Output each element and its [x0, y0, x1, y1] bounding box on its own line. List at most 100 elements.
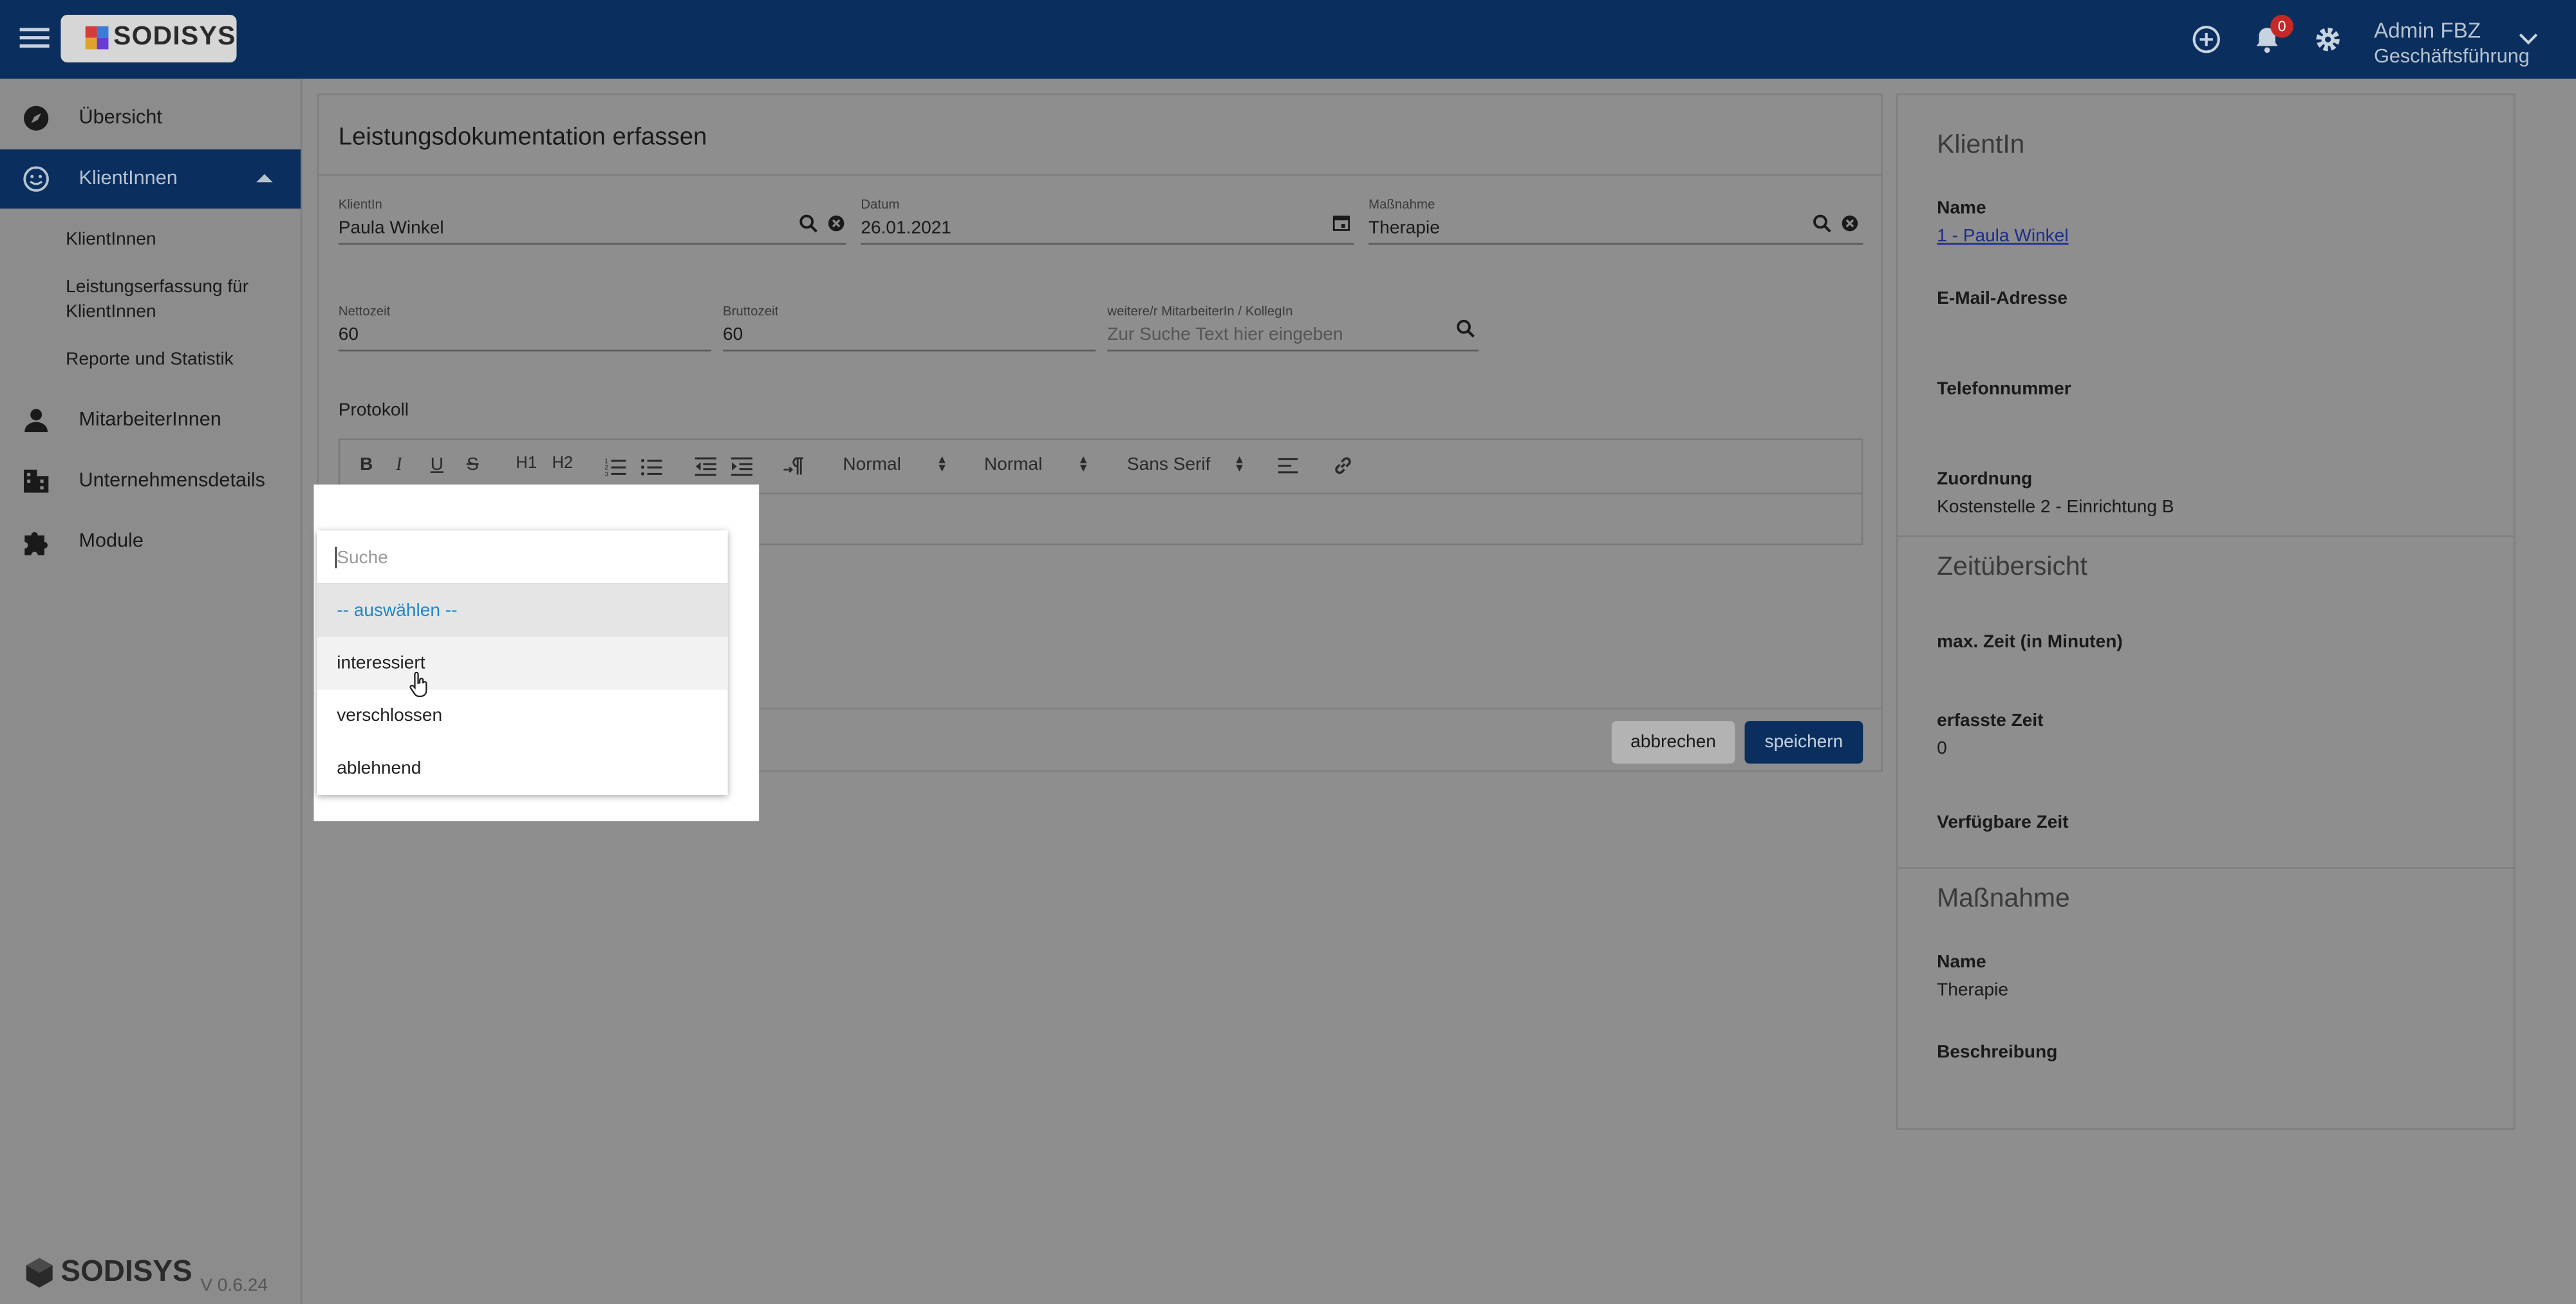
bullet-list-icon[interactable] [640, 456, 662, 476]
calendar-icon[interactable] [1332, 214, 1350, 232]
client-name-link[interactable]: 1 - Paula Winkel [1937, 227, 2068, 247]
h2-button[interactable]: H2 [552, 455, 574, 473]
massnahme-section-title: Maßnahme [1937, 885, 2070, 913]
mitarbeiter-label: weitere/r MitarbeiterIn / KollegIn [1107, 304, 1293, 319]
protokoll-label: Protokoll [338, 400, 409, 421]
text-caret [335, 546, 337, 568]
sidebar-item-module[interactable]: Module [0, 512, 301, 572]
massnahme-label: Maßnahme [1368, 197, 1435, 212]
indent-icon[interactable] [731, 456, 752, 476]
bruttozeit-label: Bruttozeit [723, 304, 779, 319]
sidebar-item-label: KlientInnen [79, 165, 178, 189]
text-direction-icon[interactable] [783, 456, 805, 476]
clear-icon[interactable] [826, 214, 846, 234]
sidebar-item-label: Module [79, 528, 144, 552]
select-arrows-icon: ▲ ▼ [936, 454, 948, 475]
search-icon[interactable] [798, 214, 818, 234]
chevron-down-icon[interactable] [2519, 33, 2539, 46]
ordered-list-icon[interactable]: 123 [604, 456, 626, 476]
section-divider [1897, 535, 2514, 537]
info-card: KlientIn Name 1 - Paula Winkel E-Mail-Ad… [1896, 93, 2515, 1130]
header-format-select[interactable]: Normal ▲ ▼ [843, 454, 947, 475]
logo-cube-icon [26, 1258, 53, 1289]
select-arrows-icon: ▲ ▼ [1233, 454, 1246, 475]
version-label: V 0.6.24 [200, 1276, 268, 1296]
erfasst-value: 0 [1937, 739, 1947, 759]
klientin-field[interactable]: KlientIn Paula Winkel [338, 197, 846, 245]
search-icon[interactable] [1455, 319, 1475, 339]
dropdown-option-verschlossen[interactable]: verschlossen [317, 690, 728, 743]
zuordnung-label: Zuordnung [1937, 469, 2033, 490]
page-title: Leistungsdokumentation erfassen [338, 123, 707, 151]
person-icon [24, 409, 48, 433]
save-button[interactable]: speichern [1744, 721, 1863, 764]
search-icon[interactable] [1812, 214, 1832, 234]
dropdown-search-input[interactable]: Suche [317, 530, 728, 585]
sidebar-item-mitarbeiterinnen[interactable]: MitarbeiterInnen [0, 391, 301, 450]
align-icon[interactable] [1278, 456, 1298, 474]
clear-icon[interactable] [1840, 214, 1860, 234]
section-divider [1897, 867, 2514, 869]
dropdown-option-interessiert[interactable]: interessiert [317, 637, 728, 690]
bruttozeit-value: 60 [723, 325, 743, 345]
nettozeit-label: Nettozeit [338, 304, 391, 319]
menu-icon[interactable] [19, 23, 50, 56]
massnahme-name-value: Therapie [1937, 980, 2008, 1000]
bruttozeit-field[interactable]: Bruttozeit 60 [723, 304, 1096, 352]
italic-button[interactable]: I [396, 455, 402, 475]
mitarbeiter-search-field[interactable]: weitere/r MitarbeiterIn / KollegIn Zur S… [1107, 304, 1479, 352]
outdent-icon[interactable] [695, 456, 716, 476]
gear-icon[interactable] [2311, 23, 2344, 56]
link-icon[interactable] [1332, 455, 1354, 476]
sidebar-item-label: Unternehmensdetails [79, 468, 265, 491]
sidebar-item-klientinnen[interactable]: KlientInnen [0, 149, 301, 209]
sidebar-item-uebersicht[interactable]: Übersicht [0, 89, 301, 148]
zuordnung-value: Kostenstelle 2 - Einrichtung B [1937, 498, 2174, 517]
top-bar: SODISYS 0 Admin FBZ Geschäftsführung [0, 0, 2576, 79]
add-circle-icon[interactable] [2190, 23, 2223, 56]
sidebar-subitem-reporte[interactable]: Reporte und Statistik [66, 348, 279, 373]
sidebar-item-label: Übersicht [79, 105, 162, 129]
dropdown-search-placeholder: Suche [337, 548, 388, 568]
chevron-up-icon[interactable] [256, 172, 273, 184]
dropdown-option-label: interessiert [337, 653, 425, 674]
dropdown-option-ablehnend[interactable]: ablehnend [317, 742, 728, 795]
nettozeit-field[interactable]: Nettozeit 60 [338, 304, 712, 352]
klientin-value: Paula Winkel [338, 218, 444, 238]
header-logo[interactable]: SODISYS [61, 14, 237, 62]
smiley-icon [23, 166, 49, 192]
select-arrows-icon: ▲ ▼ [1078, 454, 1090, 475]
size-select[interactable]: Normal ▲ ▼ [984, 455, 1089, 475]
dropdown-option-label: -- auswählen -- [337, 601, 458, 621]
footer-logo-text: SODISYS [61, 1254, 192, 1288]
datum-label: Datum [861, 197, 900, 212]
svg-text:3: 3 [604, 471, 608, 476]
user-role: Geschäftsführung [2374, 44, 2530, 68]
massnahme-field[interactable]: Maßnahme Therapie [1368, 197, 1863, 245]
datum-value: 26.01.2021 [861, 218, 951, 238]
strike-button[interactable]: S [467, 455, 479, 475]
maxzeit-label: max. Zeit (in Minuten) [1937, 632, 2123, 652]
phone-label: Telefonnummer [1937, 379, 2071, 400]
sidebar-subitem-klientinnen[interactable]: KlientInnen [66, 228, 279, 253]
cancel-button[interactable]: abbrechen [1611, 721, 1735, 764]
underline-button[interactable]: U [431, 455, 443, 475]
footer-logo: SODISYS [23, 1254, 192, 1289]
logo-cube-icon [85, 26, 109, 50]
dropdown-option-auswaehlen[interactable]: -- auswählen -- [317, 584, 728, 638]
font-value: Sans Serif [1126, 454, 1211, 475]
user-name[interactable]: Admin FBZ [2374, 18, 2481, 42]
h1-button[interactable]: H1 [516, 455, 537, 473]
sidebar-item-label: MitarbeiterInnen [79, 407, 221, 431]
font-select[interactable]: Sans Serif ▲ ▼ [1126, 454, 1246, 475]
sidebar-item-unternehmensdetails[interactable]: Unternehmensdetails [0, 452, 301, 511]
sidebar-subitem-leistungserfassung[interactable]: Leistungserfassung für KlientInnen [66, 276, 279, 326]
notification-badge: 0 [2270, 14, 2294, 38]
datum-field[interactable]: Datum 26.01.2021 [861, 197, 1354, 245]
email-label: E-Mail-Adresse [1937, 289, 2068, 309]
dropdown-panel: Suche -- auswählen -- interessiert versc… [317, 530, 728, 795]
nettozeit-value: 60 [338, 325, 359, 345]
hand-cursor-icon [409, 671, 427, 698]
header-format-value: Normal [843, 454, 901, 475]
bold-button[interactable]: B [360, 455, 373, 475]
